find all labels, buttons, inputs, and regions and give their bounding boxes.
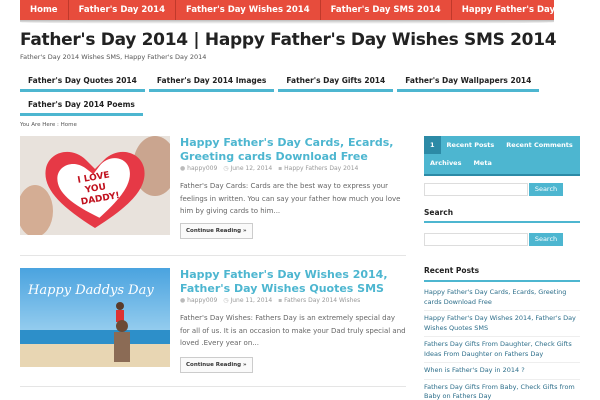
post-title[interactable]: Happy Father's Day Cards, Ecards, Greeti… <box>180 136 406 164</box>
clock-icon: ◷ <box>223 165 229 172</box>
post-author[interactable]: ● happy009 <box>180 165 217 172</box>
post-item: I LOVE YOU DADDY! Happy Father's Day Car… <box>20 136 406 246</box>
recent-posts-title: Recent Posts <box>424 266 480 275</box>
post-divider <box>20 255 406 256</box>
post-date: ◷ June 11, 2014 <box>223 297 272 304</box>
recent-post-link[interactable]: Fathers Day Gifts From Daughter, Check G… <box>424 340 580 363</box>
folder-icon: ▪ <box>278 297 283 304</box>
thumb-caption: Happy Daddys Day <box>27 283 154 298</box>
tab-meta[interactable]: Meta <box>467 154 497 172</box>
post-excerpt: Father's Day Wishes: Fathers Day is an e… <box>180 314 406 347</box>
clock-icon: ◷ <box>223 297 229 304</box>
topnav-sms-2014[interactable]: Father's Day SMS 2014 <box>321 0 452 20</box>
tab-recent-posts[interactable]: Recent Posts <box>441 136 501 154</box>
site-title[interactable]: Father's Day 2014 | Happy Father's Day W… <box>20 30 557 50</box>
recent-post-link[interactable]: Fathers Day Gifts From Baby, Check Gifts… <box>424 383 580 400</box>
post-author-name: happy009 <box>187 165 218 172</box>
post-category-text: Happy Fathers Day 2014 <box>284 165 359 172</box>
post-category-text: Fathers Day 2014 Wishes <box>284 297 361 304</box>
site-description: Father's Day 2014 Wishes SMS, Happy Fath… <box>20 53 207 61</box>
post-thumbnail[interactable]: Happy Daddys Day <box>20 268 170 367</box>
post-category[interactable]: ▪ Happy Fathers Day 2014 <box>278 165 358 172</box>
post-thumbnail[interactable]: I LOVE YOU DADDY! <box>20 136 170 235</box>
post-category[interactable]: ▪ Fathers Day 2014 Wishes <box>278 297 360 304</box>
tab-archives[interactable]: Archives <box>424 154 467 172</box>
search-input[interactable] <box>424 233 528 246</box>
beach-father-son-image: Happy Daddys Day <box>20 268 170 367</box>
secnav-images[interactable]: Father's Day 2014 Images <box>148 72 275 92</box>
secnav-wallpapers[interactable]: Father's Day Wallpapers 2014 <box>397 72 540 92</box>
post-item: Happy Daddys Day Happy Father's Day Wish… <box>20 268 406 378</box>
widget-title-line <box>424 280 580 282</box>
search-button[interactable]: Search <box>529 233 563 246</box>
secnav-gifts[interactable]: Father's Day Gifts 2014 <box>278 72 394 92</box>
post-author-name: happy009 <box>187 297 218 304</box>
tab-active-number[interactable]: 1 <box>424 136 441 154</box>
post-excerpt: Father's Day Cards: Cards are the best w… <box>180 182 401 215</box>
user-icon: ● <box>180 297 186 304</box>
recent-post-link[interactable]: Happy Father's Day Cards, Ecards, Greeti… <box>424 288 580 311</box>
breadcrumb: You Are Here : Home <box>20 122 77 128</box>
top-nav: Home Father's Day 2014 Father's Day Wish… <box>20 0 592 20</box>
post-date-text: June 12, 2014 <box>230 165 273 172</box>
continue-reading-button[interactable]: Continue Reading » <box>180 223 253 239</box>
secnav-row: Father's Day 2014 Poems <box>20 96 490 116</box>
post-meta: ● happy009 ◷ June 12, 2014 ▪ Happy Fathe… <box>180 165 358 172</box>
post-date: ◷ June 12, 2014 <box>223 165 272 172</box>
secondary-nav: Father's Day Quotes 2014 Father's Day 20… <box>20 72 540 120</box>
post-meta: ● happy009 ◷ June 11, 2014 ▪ Fathers Day… <box>180 297 360 304</box>
topnav-home[interactable]: Home <box>20 0 69 20</box>
search-widget-title: Search <box>424 208 454 217</box>
user-icon: ● <box>180 165 186 172</box>
tabs-underline <box>424 174 580 176</box>
search-input[interactable] <box>424 183 528 196</box>
continue-reading-button[interactable]: Continue Reading » <box>180 357 253 373</box>
secnav-quotes[interactable]: Father's Day Quotes 2014 <box>20 72 145 92</box>
top-bar: Home Father's Day 2014 Father's Day Wish… <box>0 0 600 24</box>
tab-recent-comments[interactable]: Recent Comments <box>500 136 578 154</box>
folder-icon: ▪ <box>278 165 283 172</box>
topnav-shadow <box>20 20 554 24</box>
secnav-row: Father's Day Quotes 2014 Father's Day 20… <box>20 72 540 92</box>
recent-post-link[interactable]: When is Father's Day in 2014 ? <box>424 366 580 380</box>
search-button[interactable]: Search <box>529 183 563 196</box>
post-date-text: June 11, 2014 <box>230 297 273 304</box>
topnav-fathers-day-2014[interactable]: Father's Day 2014 <box>69 0 177 20</box>
heart-card-image: I LOVE YOU DADDY! <box>20 136 170 235</box>
tab-row: Archives Meta <box>424 154 580 172</box>
recent-post-link[interactable]: Happy Father's Day Wishes 2014, Father's… <box>424 314 580 337</box>
sidebar-tabs: 1 Recent Posts Recent Comments Archives … <box>424 136 580 174</box>
post-title[interactable]: Happy Father's Day Wishes 2014, Father's… <box>180 268 406 296</box>
secnav-poems[interactable]: Father's Day 2014 Poems <box>20 96 143 116</box>
widget-title-line <box>424 221 580 223</box>
post-author[interactable]: ● happy009 <box>180 297 217 304</box>
topnav-happy-wishes[interactable]: Happy Father's Day Wishes <box>452 0 600 20</box>
post-divider <box>20 386 406 387</box>
tab-row: 1 Recent Posts Recent Comments <box>424 136 580 154</box>
topnav-wishes-2014[interactable]: Father's Day Wishes 2014 <box>176 0 321 20</box>
recent-posts-list: Happy Father's Day Cards, Ecards, Greeti… <box>424 288 580 400</box>
